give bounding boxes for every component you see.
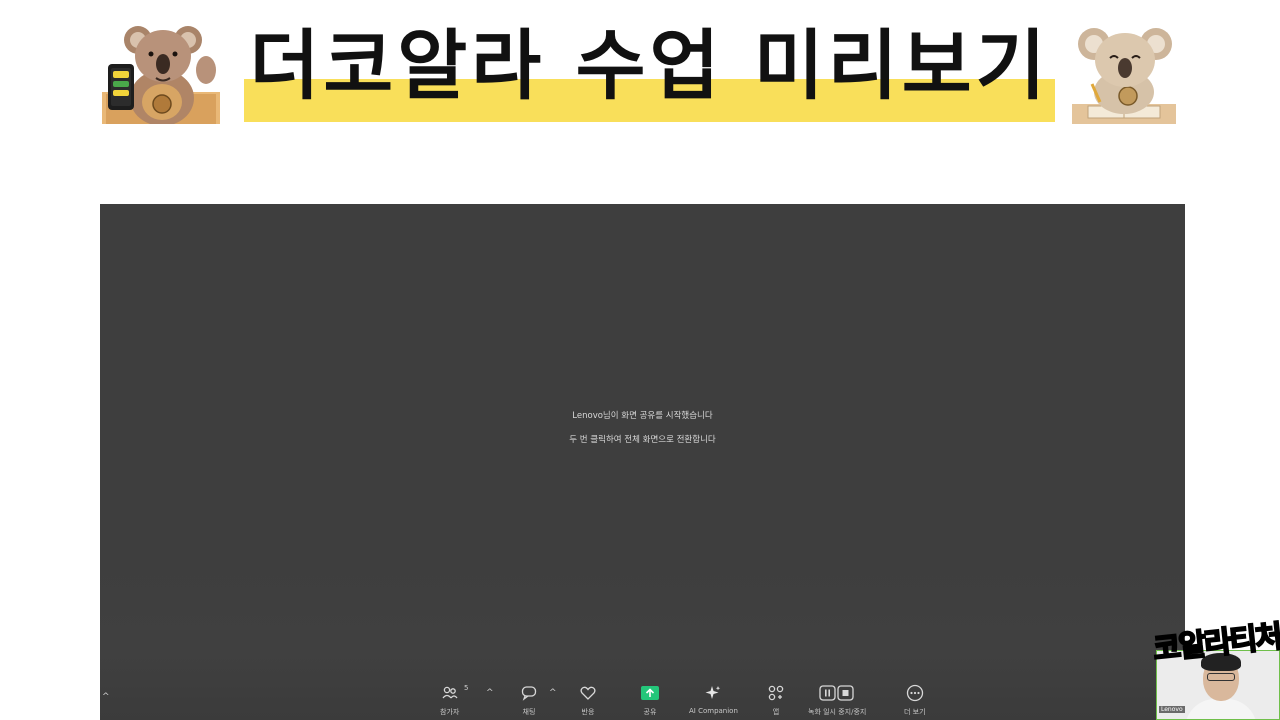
share-button[interactable]: 공유 (641, 684, 659, 717)
participants-label: 참가자 (440, 708, 460, 716)
presenter-body (1185, 699, 1257, 719)
recording-button[interactable]: 녹화 일시 중지/중지 (808, 684, 866, 717)
chat-label: 채팅 (522, 708, 536, 716)
reactions-button[interactable]: 반응 (579, 684, 597, 717)
pause-stop-icon (819, 684, 855, 702)
more-button[interactable]: 더 보기 (904, 684, 926, 717)
presenter-glasses (1207, 673, 1235, 681)
page-title: 더코알라 수업 미리보기 (249, 21, 1050, 110)
apps-icon (767, 684, 785, 702)
screen-share-message: Lenovo님이 화면 공유를 시작했습니다 (572, 411, 713, 421)
meeting-toolbar: ^ 참가자 5 ^ 채팅 ^ 반응 공유 AI Companion 앱 녹화 일… (100, 682, 1185, 720)
share-arrow-icon (641, 684, 659, 702)
participants-icon (441, 684, 459, 702)
share-label: 공유 (643, 708, 657, 716)
banner: 더코알라 수업 미리보기 (0, 0, 1280, 140)
apps-label: 앱 (772, 708, 780, 716)
participants-chevron-icon[interactable]: ^ (486, 688, 494, 698)
chat-chevron-icon[interactable]: ^ (549, 688, 557, 698)
participants-button[interactable]: 참가자 (440, 684, 459, 717)
koala-studying-illustration (1072, 28, 1176, 124)
page: 더코알라 수업 미리보기 Lenovo님이 화면 공유를 시작했습니다 두 번 … (0, 0, 1280, 720)
ai-companion-button[interactable]: AI Companion (689, 684, 738, 715)
chevron-up-icon[interactable]: ^ (102, 692, 110, 702)
recording-label: 녹화 일시 중지/중지 (808, 708, 867, 716)
reactions-label: 반응 (581, 708, 595, 716)
meeting-view[interactable]: Lenovo님이 화면 공유를 시작했습니다 두 번 클릭하여 전체 화면으로 … (100, 204, 1185, 720)
sparkle-icon (704, 684, 722, 702)
heart-icon (579, 684, 597, 702)
chat-icon (520, 684, 538, 702)
fullscreen-hint: 두 번 클릭하여 전체 화면으로 전환합니다 (569, 435, 716, 445)
chat-button[interactable]: 채팅 (520, 684, 538, 717)
ai-companion-label: AI Companion (689, 707, 738, 715)
koala-waving-illustration (102, 26, 220, 124)
more-label: 더 보기 (904, 708, 926, 716)
webcam-name-label: Lenovo (1159, 706, 1185, 713)
apps-button[interactable]: 앱 (767, 684, 785, 717)
participants-count: 5 (464, 684, 469, 692)
more-icon (906, 684, 924, 702)
